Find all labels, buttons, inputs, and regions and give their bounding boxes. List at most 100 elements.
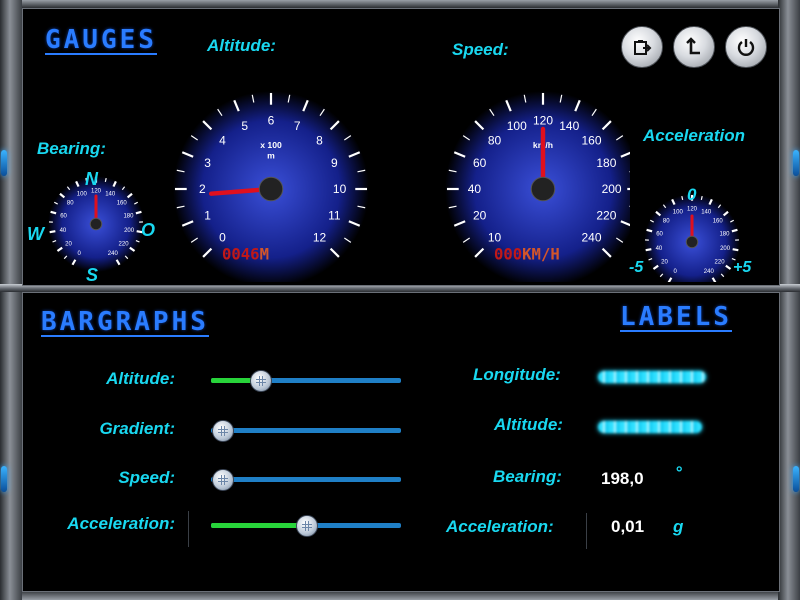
right-rail-light (793, 466, 799, 492)
acceleration-tick-mark (646, 228, 653, 233)
separator-line (188, 511, 189, 547)
bearing-needle-hub (89, 217, 103, 231)
bearing-tick-mark (104, 177, 107, 182)
speed-tick-label: 220 (596, 208, 616, 222)
bearing-tick-label: 200 (124, 228, 135, 234)
bargraphs-title: BARGRAPHS (41, 307, 209, 337)
altitude-tick-label: 4 (219, 134, 226, 148)
acceleration-tick-label: 160 (713, 219, 724, 225)
speed-tick-label: 200 (602, 182, 622, 196)
acceleration-readout-label: Acceleration: (446, 517, 554, 536)
acceleration-unit: g (673, 517, 684, 536)
bearing-tick-mark (49, 230, 56, 234)
altitude-tick-label: 2 (199, 182, 206, 196)
bearing-tick-label: 220 (119, 241, 130, 247)
separator-line (586, 513, 587, 549)
bargraph-label: Gradient: (99, 419, 175, 438)
acceleration-tick-mark (645, 248, 652, 252)
altitude-tick-label: 6 (268, 114, 275, 128)
bearing-tick-mark (50, 210, 57, 215)
altitude-tick-label: 1 (204, 208, 211, 222)
slider-fill (211, 523, 306, 528)
slider-thumb[interactable] (296, 515, 318, 537)
altitude-gauge: 012345 6 789101112x 100m0046M (173, 91, 369, 282)
labels-title: LABELS (620, 302, 732, 332)
acceleration-tick-label: 120 (687, 207, 698, 213)
left-frame-rail (0, 0, 22, 600)
slider-track (211, 477, 401, 482)
speed-needle-hub (530, 176, 556, 202)
bearing-label: Bearing: (37, 139, 106, 158)
speed-gauge: 1020406080100120140160180200220240km/h00… (445, 91, 630, 282)
altitude-readout-label: Altitude: (494, 415, 563, 434)
window-top-frame (0, 0, 800, 8)
bargraph-label: Altitude: (106, 369, 175, 388)
altitude-tick-label: 5 (241, 119, 248, 133)
compass-east-label: O (141, 220, 156, 240)
bargraph-label: Speed: (118, 468, 175, 487)
altitude-tick-label: 8 (316, 134, 323, 148)
upload-arrow-icon (686, 37, 700, 55)
compass-west-label: W (27, 224, 44, 244)
acceleration-tick-label: 200 (720, 246, 731, 252)
bargraph-slider[interactable] (211, 420, 401, 442)
acceleration-zero-label: 0 (687, 185, 697, 204)
speed-tick-label: 180 (596, 156, 616, 170)
acceleration-tick-label: 140 (701, 210, 712, 216)
right-frame-rail (778, 0, 800, 600)
acceleration-tick-label: 240 (704, 269, 715, 275)
altitude-tick-label: 3 (204, 156, 211, 170)
bargraph-slider[interactable] (211, 469, 401, 491)
speed-digital-unit: KM/H (522, 246, 560, 264)
slider-thumb[interactable] (212, 420, 235, 442)
acceleration-min-label: -5 (629, 259, 644, 276)
altitude-needle-hub (258, 176, 284, 202)
bearing-unit: ° (675, 463, 682, 482)
power-button[interactable] (725, 26, 767, 68)
altitude-tick-label: 12 (313, 231, 327, 245)
bearing-tick-label: 100 (77, 192, 88, 198)
speed-digital-readout: 000KM/H (494, 246, 560, 264)
slider-thumb[interactable] (212, 469, 235, 491)
altitude-unit-label: m (267, 151, 275, 161)
speed-gauge-label: Speed: (452, 40, 509, 59)
bargraphs-panel: BARGRAPHS LABELS Altitude: Gradient: Speed… (22, 292, 780, 592)
bargraph-label: Acceleration: (67, 514, 175, 533)
acceleration-tick-mark (700, 195, 703, 200)
altitude-tick-label: 7 (294, 119, 301, 133)
acceleration-tick-label: 100 (673, 210, 684, 216)
bearing-tick-mark (135, 210, 142, 215)
altitude-tick-label: 10 (333, 182, 347, 196)
clipboard-export-icon (634, 40, 652, 55)
bargraph-slider[interactable] (211, 515, 401, 537)
altitude-unit-label: x 100 (260, 140, 282, 150)
bearing-tick-label: 60 (60, 213, 67, 219)
acceleration-readout-value: 0,01 (611, 517, 645, 536)
bearing-tick-label: 240 (108, 251, 119, 257)
slider-thumb[interactable] (250, 370, 273, 392)
bearing-tick-label: 20 (65, 241, 72, 247)
compass-north-label: N (85, 169, 98, 189)
altitude-tick-label: 0 (219, 231, 226, 245)
right-rail-light (793, 150, 799, 176)
altitude-digital-unit: M (260, 246, 269, 264)
acceleration-max-label: +5 (733, 259, 752, 276)
altitude-tick-label: 11 (328, 208, 341, 222)
upload-button[interactable] (673, 26, 715, 68)
gauges-title: GAUGES (45, 25, 157, 55)
acceleration-tick-label: 20 (661, 259, 668, 265)
export-button[interactable] (621, 26, 663, 68)
altitude-tick-label: 9 (331, 156, 338, 170)
acceleration-tick-mark (681, 195, 684, 200)
left-rail-light (1, 466, 7, 492)
altitude-gauge-label: Altitude: (207, 36, 276, 55)
altitude-digital-readout: 0046M (222, 246, 269, 264)
speed-tick-label: 40 (468, 182, 482, 196)
bearing-tick-label: 180 (123, 213, 134, 219)
acceleration-tick-mark (732, 248, 739, 252)
bearing-readout-value: 198,0 (601, 469, 644, 488)
speed-tick-label: 20 (473, 208, 487, 222)
speed-tick-label: 240 (581, 231, 601, 245)
speed-tick-label: 120 (533, 114, 553, 128)
bargraph-slider[interactable] (211, 370, 401, 392)
